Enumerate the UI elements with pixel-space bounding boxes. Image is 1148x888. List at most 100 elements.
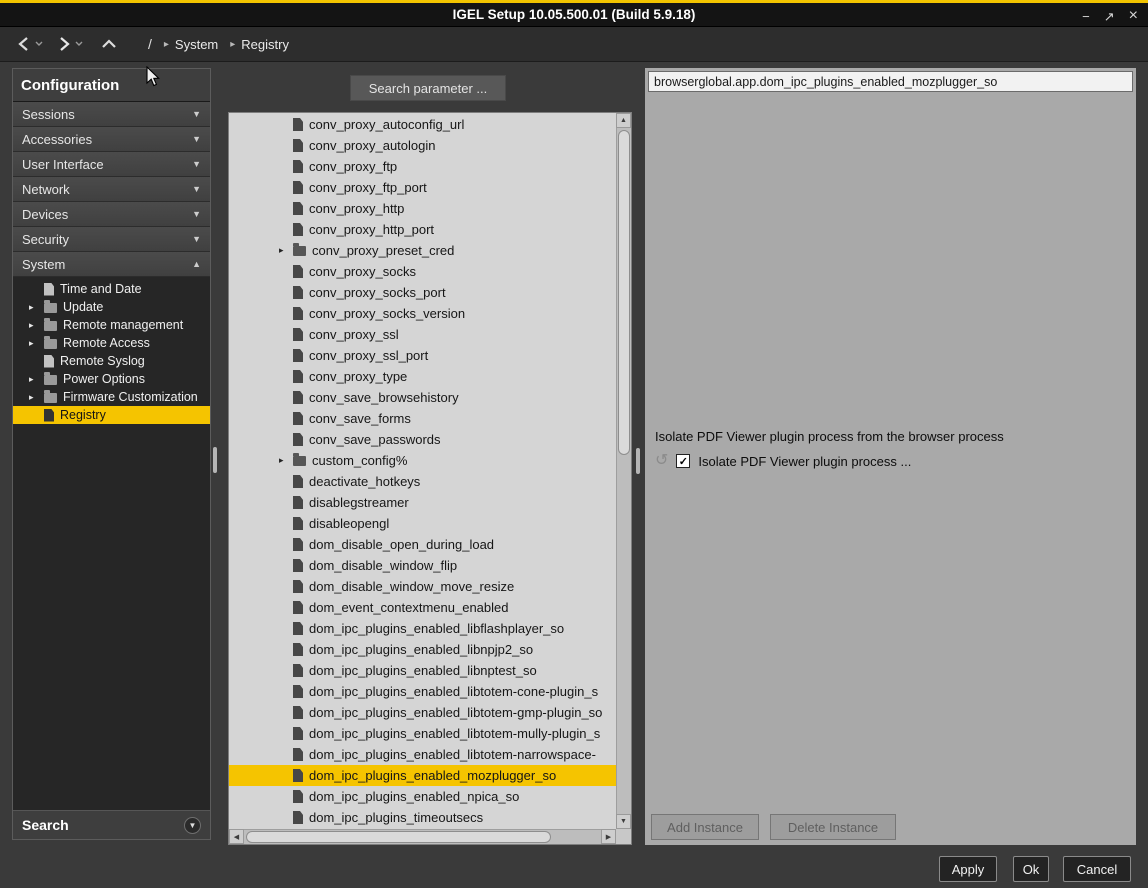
reset-to-default-icon[interactable]: ↺ — [655, 453, 668, 469]
search-section-label: Search — [22, 817, 69, 833]
registry-item[interactable]: conv_proxy_socks_port — [229, 282, 616, 303]
sidebar-category[interactable]: Devices — [13, 202, 210, 227]
registry-item[interactable]: disableopengl — [229, 513, 616, 534]
forward-history-dropdown[interactable] — [74, 40, 84, 48]
registry-item-label: conv_save_passwords — [309, 432, 441, 447]
registry-item[interactable]: conv_proxy_socks_version — [229, 303, 616, 324]
sidebar-category[interactable]: Network — [13, 177, 210, 202]
registry-item[interactable]: conv_proxy_autoconfig_url — [229, 114, 616, 135]
node-icon — [44, 283, 54, 296]
node-icon — [293, 643, 303, 656]
horizontal-scrollbar-thumb[interactable] — [246, 831, 551, 843]
registry-item[interactable]: dom_disable_window_flip — [229, 555, 616, 576]
registry-item[interactable]: dom_ipc_plugins_enabled_npica_so — [229, 786, 616, 807]
ok-button[interactable]: Ok — [1013, 856, 1049, 882]
registry-item[interactable]: conv_proxy_ssl_port — [229, 345, 616, 366]
registry-item-label: conv_proxy_socks — [309, 264, 416, 279]
registry-item[interactable]: conv_proxy_http_port — [229, 219, 616, 240]
registry-item[interactable]: conv_proxy_autologin — [229, 135, 616, 156]
registry-item[interactable]: conv_proxy_preset_cred — [229, 240, 616, 261]
registry-item[interactable]: conv_proxy_http — [229, 198, 616, 219]
close-icon[interactable]: × — [1129, 8, 1138, 24]
sidebar-category[interactable]: User Interface — [13, 152, 210, 177]
back-button[interactable] — [16, 35, 32, 53]
sidebar-category[interactable]: Accessories — [13, 127, 210, 152]
node-icon — [293, 496, 303, 509]
breadcrumb-item[interactable]: System — [164, 37, 218, 52]
sidebar-splitter-handle[interactable] — [213, 447, 217, 473]
system-tree-item[interactable]: Remote Access — [13, 334, 210, 352]
registry-item[interactable]: dom_disable_open_during_load — [229, 534, 616, 555]
registry-item[interactable]: conv_proxy_type — [229, 366, 616, 387]
registry-item[interactable]: conv_save_browsehistory — [229, 387, 616, 408]
expander-icon — [29, 392, 44, 403]
system-tree-item[interactable]: Firmware Customization — [13, 388, 210, 406]
node-icon — [44, 303, 57, 313]
sidebar-category[interactable]: Security — [13, 227, 210, 252]
parameter-path-field[interactable] — [648, 71, 1133, 92]
vertical-scrollbar-thumb[interactable] — [618, 130, 630, 455]
parameter-description: Isolate PDF Viewer plugin process from t… — [655, 429, 1004, 444]
sidebar-category[interactable]: System — [13, 252, 210, 277]
registry-item[interactable]: conv_proxy_ftp_port — [229, 177, 616, 198]
node-icon — [293, 223, 303, 236]
registry-item[interactable]: dom_ipc_plugins_enabled_libtotem-narrows… — [229, 744, 616, 765]
tree-splitter-handle[interactable] — [636, 448, 640, 474]
apply-button[interactable]: Apply — [939, 856, 997, 882]
system-tree-item[interactable]: Remote Syslog — [13, 352, 210, 370]
registry-item[interactable]: dom_event_contextmenu_enabled — [229, 597, 616, 618]
registry-item-label: conv_save_forms — [309, 411, 411, 426]
node-icon — [293, 391, 303, 404]
registry-item[interactable]: dom_disable_window_move_resize — [229, 576, 616, 597]
registry-item[interactable]: deactivate_hotkeys — [229, 471, 616, 492]
registry-item[interactable]: dom_ipc_plugins_enabled_libnptest_so — [229, 660, 616, 681]
sidebar-category-label: Network — [22, 182, 192, 197]
registry-item[interactable]: conv_proxy_ssl — [229, 324, 616, 345]
system-tree-item[interactable]: Power Options — [13, 370, 210, 388]
scroll-up-button[interactable]: ▲ — [616, 113, 631, 128]
registry-item[interactable]: conv_proxy_ftp — [229, 156, 616, 177]
sidebar-header: Configuration — [13, 69, 210, 102]
breadcrumb-item[interactable]: Registry — [230, 37, 289, 52]
node-icon — [293, 328, 303, 341]
registry-item[interactable]: dom_ipc_plugins_enabled_libtotem-mully-p… — [229, 723, 616, 744]
up-button[interactable] — [100, 37, 118, 51]
registry-item[interactable]: dom_ipc_plugins_timeoutsecs — [229, 807, 616, 828]
scroll-down-button[interactable]: ▼ — [616, 814, 631, 829]
sidebar-search-section[interactable]: Search ▼ — [13, 810, 210, 839]
search-parameter-button[interactable]: Search parameter ... — [350, 75, 506, 101]
delete-instance-button[interactable]: Delete Instance — [770, 814, 896, 840]
cancel-button[interactable]: Cancel — [1063, 856, 1131, 882]
registry-item[interactable]: custom_config% — [229, 450, 616, 471]
registry-item[interactable]: dom_ipc_plugins_enabled_libtotem-gmp-plu… — [229, 702, 616, 723]
registry-item[interactable]: conv_save_forms — [229, 408, 616, 429]
forward-button[interactable] — [56, 35, 72, 53]
sidebar-category[interactable]: Sessions — [13, 102, 210, 127]
scroll-right-button[interactable]: ▶ — [601, 829, 616, 844]
registry-item[interactable]: disablegstreamer — [229, 492, 616, 513]
registry-item-label: conv_proxy_ssl — [309, 327, 399, 342]
add-instance-button[interactable]: Add Instance — [651, 814, 759, 840]
back-history-dropdown[interactable] — [34, 40, 44, 48]
scroll-left-button[interactable]: ◀ — [229, 829, 244, 844]
registry-item[interactable]: dom_ipc_plugins_enabled_libtotem-cone-pl… — [229, 681, 616, 702]
system-subtree: Time and Date Update Remote management R… — [13, 277, 210, 424]
system-tree-item-label: Remote management — [63, 318, 183, 332]
registry-item[interactable]: conv_proxy_socks — [229, 261, 616, 282]
minimize-icon[interactable]: − — [1082, 10, 1090, 23]
chevron-toggle-icon — [192, 209, 201, 219]
system-tree-item[interactable]: Registry — [13, 406, 210, 424]
chevron-toggle-icon — [192, 134, 201, 144]
isolate-checkbox[interactable] — [676, 454, 690, 468]
horizontal-scrollbar[interactable]: ◀ ▶ — [229, 829, 616, 844]
system-tree-item[interactable]: Time and Date — [13, 280, 210, 298]
vertical-scrollbar[interactable]: ▲ ▼ — [616, 113, 631, 829]
restore-icon[interactable]: ↗ — [1104, 10, 1115, 23]
navigation-toolbar: / System Registry — [0, 27, 1148, 62]
system-tree-item[interactable]: Remote management — [13, 316, 210, 334]
registry-item[interactable]: dom_ipc_plugins_enabled_libflashplayer_s… — [229, 618, 616, 639]
registry-item[interactable]: dom_ipc_plugins_enabled_libnpjp2_so — [229, 639, 616, 660]
registry-item[interactable]: dom_ipc_plugins_enabled_mozplugger_so — [229, 765, 616, 786]
registry-item[interactable]: conv_save_passwords — [229, 429, 616, 450]
system-tree-item[interactable]: Update — [13, 298, 210, 316]
